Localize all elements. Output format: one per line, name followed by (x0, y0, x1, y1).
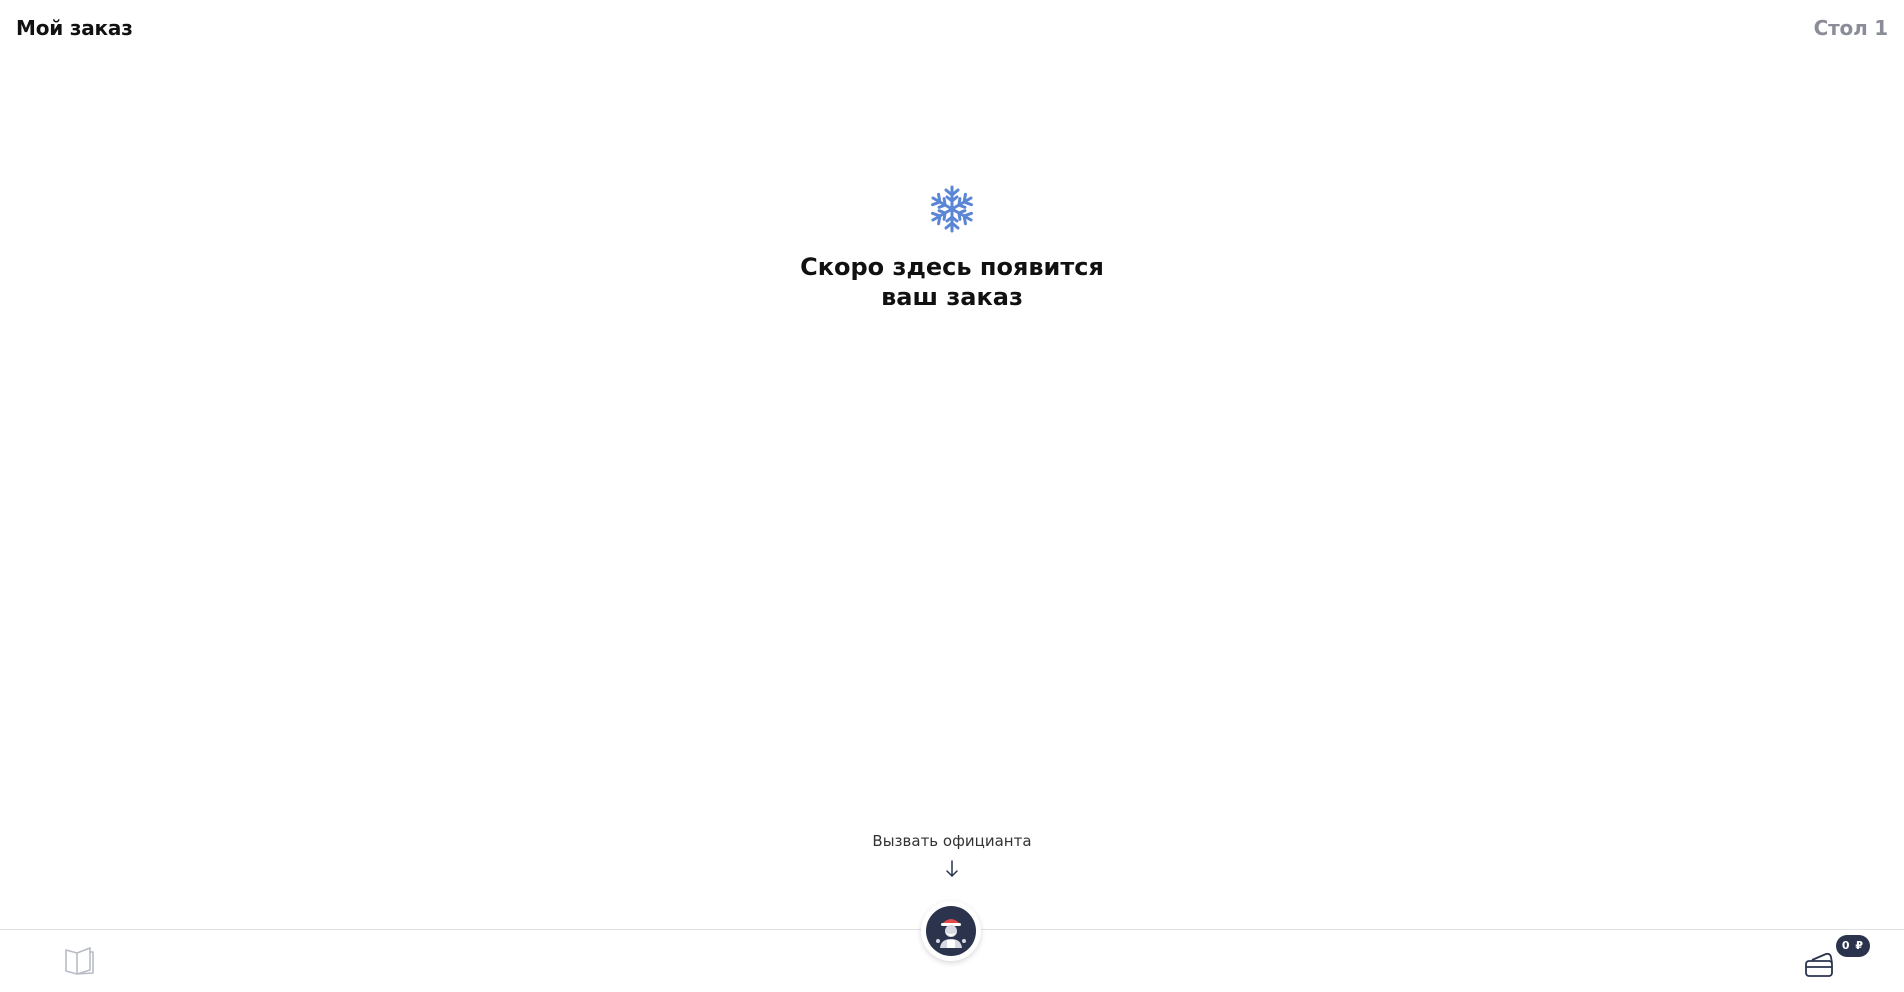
snowflake-icon (928, 185, 976, 233)
card-icon[interactable] (1802, 946, 1838, 980)
payment-total-badge: 0 ₽ (1836, 935, 1870, 957)
call-waiter-label: Вызвать официанта (872, 832, 1032, 850)
call-waiter-hint: Вызвать официанта (0, 832, 1904, 878)
menu-book-icon[interactable] (62, 944, 96, 978)
empty-order-line-2: ваш заказ (881, 283, 1023, 311)
empty-order-state: Скоро здесь появится ваш заказ (0, 184, 1904, 312)
order-page: Мой заказ Стол 1 Скоро здесь появится ва… (0, 0, 1904, 992)
empty-order-line-1: Скоро здесь появится (800, 253, 1104, 281)
empty-order-message: Скоро здесь появится ваш заказ (0, 252, 1904, 312)
table-label: Стол 1 (1813, 16, 1889, 40)
waiter-avatar-icon (926, 906, 976, 956)
arrow-down-icon (946, 860, 958, 877)
call-waiter-button[interactable] (921, 901, 981, 961)
page-title: Мой заказ (16, 16, 133, 40)
